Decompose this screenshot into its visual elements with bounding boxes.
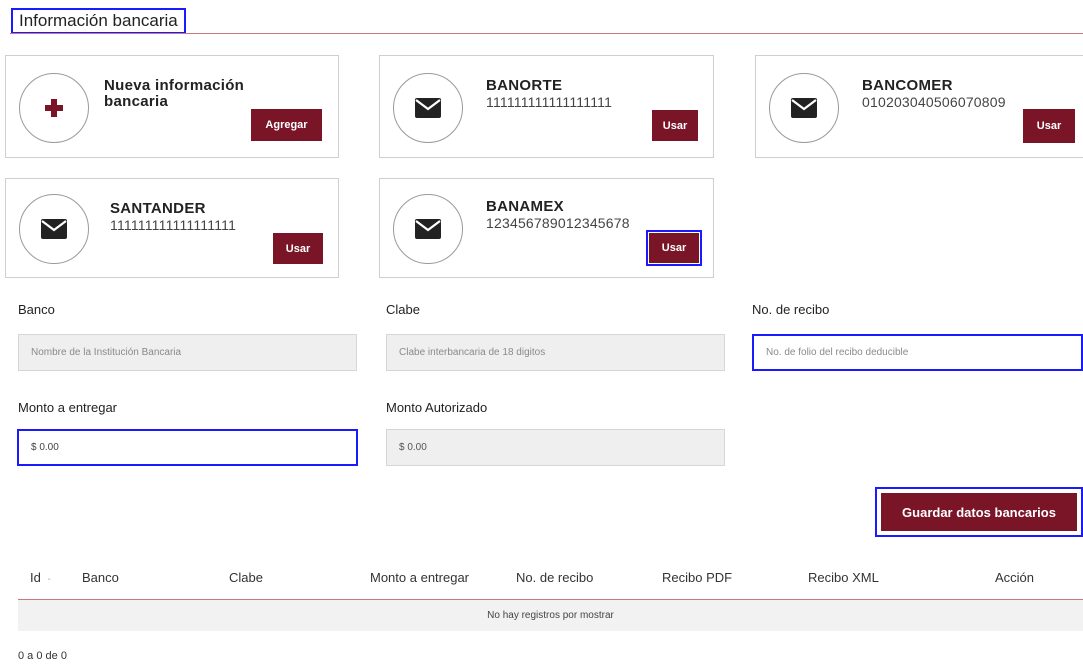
- clabe-input[interactable]: Clabe interbancaria de 18 digitos: [386, 334, 725, 371]
- bank-clabe: 111111111111111111: [486, 94, 613, 110]
- column-header-monto[interactable]: Monto a entregar: [370, 570, 469, 585]
- bank-clabe: 123456789012345678: [486, 215, 630, 231]
- add-bank-button[interactable]: Agregar: [251, 109, 322, 141]
- bank-clabe: 010203040506070809: [862, 94, 1006, 110]
- envelope-icon: [415, 98, 441, 118]
- use-button[interactable]: Usar: [646, 230, 702, 266]
- recibo-label: No. de recibo: [752, 302, 830, 317]
- save-bank-data-label: Guardar datos bancarios: [881, 493, 1077, 531]
- sort-icon: -: [47, 574, 51, 585]
- save-bank-data-button[interactable]: Guardar datos bancarios: [875, 487, 1083, 537]
- column-header-recibo[interactable]: No. de recibo: [516, 570, 593, 585]
- monto-entregar-label: Monto a entregar: [18, 400, 118, 415]
- clabe-label: Clabe: [386, 302, 420, 317]
- banco-label: Banco: [18, 302, 55, 317]
- monto-entregar-input[interactable]: $ 0.00: [17, 429, 358, 466]
- recibo-input[interactable]: No. de folio del recibo deducible: [752, 334, 1083, 371]
- column-header-clabe[interactable]: Clabe: [229, 570, 263, 585]
- plus-icon: [45, 99, 63, 117]
- bank-card-banamex: BANAMEX 123456789012345678 Usar: [379, 178, 714, 278]
- monto-autorizado-input[interactable]: $ 0.00: [386, 429, 725, 466]
- bank-name: SANTANDER: [110, 200, 206, 217]
- bank-name: BANAMEX: [486, 198, 564, 215]
- envelope-icon-circle: [19, 194, 89, 264]
- bank-name: BANORTE: [486, 77, 563, 94]
- bank-card-santander: SANTANDER 111111111111111111 Usar: [5, 178, 339, 278]
- new-bank-title: Nueva información bancaria: [104, 77, 245, 110]
- column-header-banco[interactable]: Banco: [82, 570, 119, 585]
- envelope-icon: [41, 219, 67, 239]
- envelope-icon: [791, 98, 817, 118]
- envelope-icon-circle: [769, 73, 839, 143]
- use-button[interactable]: Usar: [273, 233, 323, 264]
- bank-clabe: 111111111111111111: [110, 217, 237, 233]
- use-button[interactable]: Usar: [1023, 109, 1075, 143]
- column-header-id[interactable]: Id -: [30, 570, 51, 585]
- column-header-recibo-pdf[interactable]: Recibo PDF: [662, 570, 732, 585]
- banco-input[interactable]: Nombre de la Institución Bancaria: [18, 334, 357, 371]
- new-bank-card: Nueva información bancaria Agregar: [5, 55, 339, 158]
- bank-card-banorte: BANORTE 111111111111111111 Usar: [379, 55, 714, 158]
- monto-autorizado-label: Monto Autorizado: [386, 400, 488, 415]
- column-header-recibo-xml[interactable]: Recibo XML: [808, 570, 879, 585]
- plus-icon-circle: [19, 73, 89, 143]
- bank-card-bancomer: BANCOMER 010203040506070809 Usar: [755, 55, 1083, 158]
- column-header-accion[interactable]: Acción: [995, 570, 1034, 585]
- bank-name: BANCOMER: [862, 77, 953, 94]
- table-empty-row: No hay registros por mostrar: [18, 600, 1083, 631]
- use-button[interactable]: Usar: [652, 110, 698, 141]
- column-header-label: Id: [30, 570, 41, 585]
- envelope-icon-circle: [393, 194, 463, 264]
- title-divider: [10, 33, 1083, 34]
- envelope-icon-circle: [393, 73, 463, 143]
- pagination-info: 0 a 0 de 0: [18, 650, 67, 662]
- section-title: Información bancaria: [11, 8, 186, 34]
- envelope-icon: [415, 219, 441, 239]
